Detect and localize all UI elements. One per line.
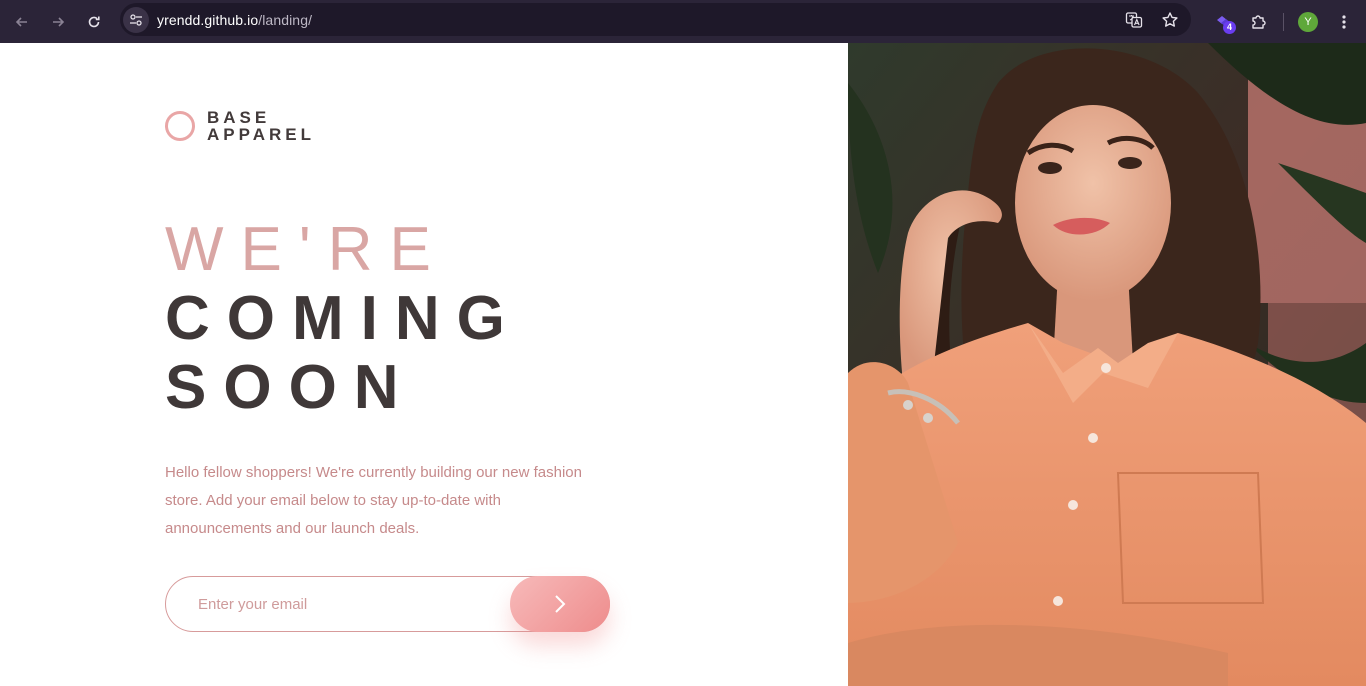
forward-button[interactable] xyxy=(40,4,76,40)
brand-logo[interactable]: BASE APPAREL xyxy=(165,109,315,143)
extension-button[interactable]: 4 xyxy=(1205,4,1241,40)
content-panel: BASE APPAREL WE'RE COMING SOON Hello fel… xyxy=(0,43,848,686)
description-text: Hello fellow shoppers! We're currently b… xyxy=(165,464,582,537)
brand-line-1: BASE xyxy=(207,108,271,127)
arrow-right-icon xyxy=(53,16,65,27)
browser-menu-button[interactable] xyxy=(1326,4,1362,40)
headline-line-1: WE'RE xyxy=(165,215,448,284)
site-info-button[interactable] xyxy=(123,6,149,33)
address-bar[interactable]: yrendd.github.io/landing/ xyxy=(120,3,1191,36)
logo-ring-icon xyxy=(165,111,195,141)
bookmark-button[interactable] xyxy=(1159,9,1181,31)
extension-badge: 4 xyxy=(1223,20,1236,34)
more-vertical-icon xyxy=(1342,14,1346,29)
profile-button[interactable]: Y xyxy=(1290,4,1326,40)
headline-line-2: COMING xyxy=(165,284,522,353)
translate-icon xyxy=(1125,11,1143,28)
tune-icon xyxy=(130,13,142,26)
extensions-menu-button[interactable] xyxy=(1241,4,1277,40)
hero-photo xyxy=(848,43,1366,686)
submit-button[interactable] xyxy=(510,576,610,632)
url-text[interactable]: yrendd.github.io/landing/ xyxy=(157,12,312,28)
brand-name: BASE APPAREL xyxy=(207,109,315,143)
reload-button[interactable] xyxy=(76,4,112,40)
star-icon xyxy=(1162,11,1178,27)
hero-image xyxy=(848,43,1366,686)
chevron-right-icon xyxy=(555,595,566,613)
landing-page: BASE APPAREL WE'RE COMING SOON Hello fel… xyxy=(0,43,1366,686)
url-path: /landing/ xyxy=(258,11,313,28)
url-host: yrendd.github.io xyxy=(157,11,259,28)
puzzle-icon xyxy=(1252,14,1266,29)
subscribe-form xyxy=(165,576,610,632)
translate-button[interactable] xyxy=(1123,9,1145,31)
reload-icon xyxy=(88,16,100,27)
brand-line-2: APPAREL xyxy=(207,125,315,144)
browser-toolbar: yrendd.github.io/landing/ 4 Y xyxy=(0,0,1366,43)
toolbar-divider xyxy=(1283,12,1284,31)
arrow-left-icon xyxy=(15,16,27,27)
back-button[interactable] xyxy=(4,4,40,40)
avatar: Y xyxy=(1298,11,1318,32)
page-title: WE'RE COMING SOON xyxy=(165,215,522,422)
headline-line-3: SOON xyxy=(165,353,416,422)
email-input[interactable] xyxy=(198,577,498,631)
